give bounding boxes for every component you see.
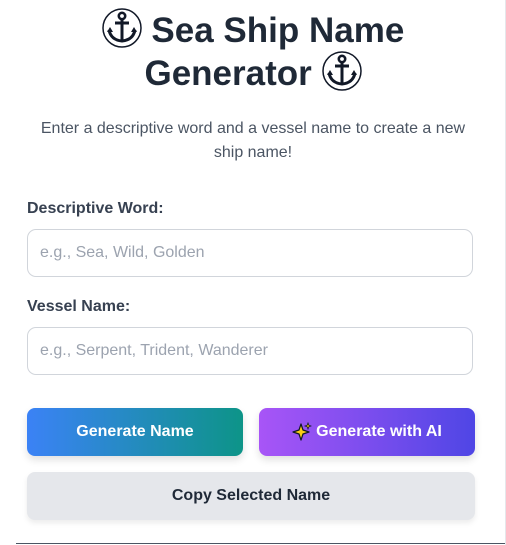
vessel-name-label: Vessel Name:: [27, 298, 131, 315]
title-text-line-2: Generator: [144, 54, 312, 93]
generate-with-ai-label: Generate with AI: [316, 423, 442, 440]
descriptive-word-label: Descriptive Word:: [27, 200, 164, 217]
copy-selected-name-button[interactable]: Copy Selected Name: [27, 472, 475, 520]
page: Sea Ship Name Generator Enter a descript…: [0, 0, 506, 545]
title-text-line-1: Sea Ship Name: [151, 11, 405, 50]
title-line-1: Sea Ship Name: [0, 8, 506, 51]
generate-name-button[interactable]: Generate Name: [27, 408, 243, 456]
subtitle: Enter a descriptive word and a vessel na…: [40, 120, 466, 161]
sparkles-icon: [292, 422, 313, 441]
bottom-divider: [16, 543, 506, 544]
copy-selected-name-label: Copy Selected Name: [171, 487, 331, 504]
anchor-icon: [321, 51, 362, 91]
descriptive-word-input[interactable]: [27, 229, 473, 277]
anchor-icon: [101, 8, 142, 48]
vessel-name-input[interactable]: [27, 327, 473, 375]
generate-with-ai-button[interactable]: Generate with AI: [259, 408, 475, 456]
page-title: Sea Ship Name Generator: [0, 8, 506, 94]
generate-name-label: Generate Name: [76, 423, 194, 440]
title-line-2: Generator: [0, 51, 506, 94]
